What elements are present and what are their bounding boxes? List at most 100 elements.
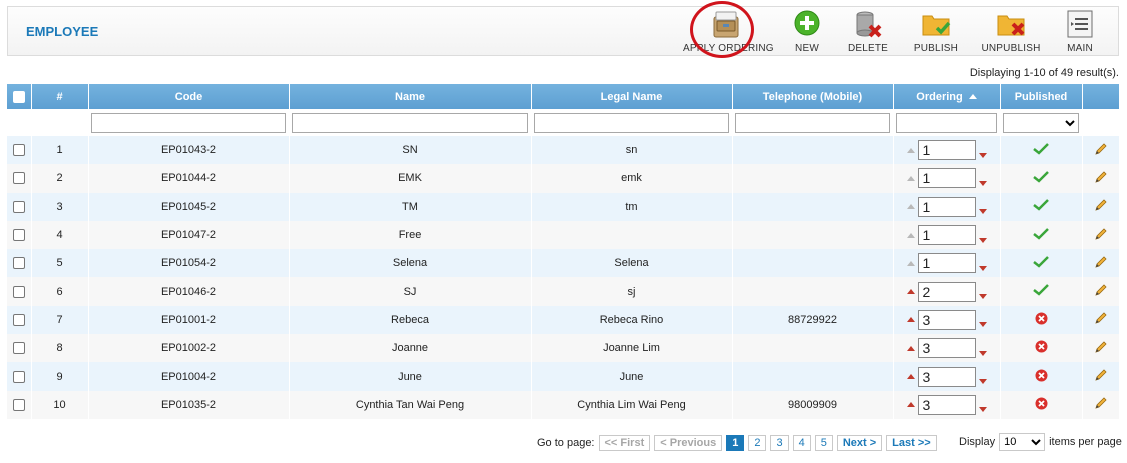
move-up-icon[interactable] xyxy=(906,147,915,153)
row-checkbox[interactable] xyxy=(12,172,25,185)
col-header-ordering[interactable]: Ordering xyxy=(893,84,1001,109)
move-up-icon[interactable] xyxy=(906,232,915,238)
move-down-icon[interactable] xyxy=(978,209,987,215)
ordering-input[interactable]: 3 xyxy=(917,338,976,359)
row-checkbox[interactable] xyxy=(12,313,25,326)
edit-pencil-icon[interactable] xyxy=(1094,312,1108,328)
row-checkbox[interactable] xyxy=(12,257,25,270)
unpublished-x-icon[interactable] xyxy=(1035,397,1048,413)
published-check-icon[interactable] xyxy=(1033,255,1049,271)
move-down-icon[interactable] xyxy=(978,407,987,413)
table-row[interactable]: 7 EP01001-2 Rebeca Rebeca Rino 88729922 3 xyxy=(7,305,1120,335)
ordering-input[interactable]: 1 xyxy=(917,140,976,161)
filter-legal-name-input[interactable] xyxy=(534,112,729,133)
ordering-input[interactable]: 3 xyxy=(917,309,976,330)
move-down-icon[interactable] xyxy=(978,152,987,158)
ordering-input[interactable]: 3 xyxy=(917,394,976,415)
row-checkbox[interactable] xyxy=(12,370,25,383)
move-down-icon[interactable] xyxy=(978,237,987,243)
published-check-icon[interactable] xyxy=(1033,227,1049,243)
main-button[interactable]: MAIN xyxy=(1060,9,1100,55)
ordering-input[interactable]: 2 xyxy=(917,281,976,302)
col-header-published[interactable]: Published xyxy=(1000,84,1083,109)
move-up-icon[interactable] xyxy=(906,289,915,295)
last-page-button[interactable]: Last >> xyxy=(886,435,937,451)
table-row[interactable]: 5 EP01054-2 Selena Selena 1 xyxy=(7,249,1120,278)
new-button[interactable]: NEW xyxy=(785,9,829,55)
edit-pencil-icon[interactable] xyxy=(1094,341,1108,357)
page-button-1[interactable]: 1 xyxy=(726,435,745,451)
move-up-icon[interactable] xyxy=(906,204,915,210)
table-row[interactable]: 10 EP01035-2 Cynthia Tan Wai Peng Cynthia L… xyxy=(7,390,1120,419)
publish-button[interactable]: PUBLISH xyxy=(912,9,960,55)
first-page-button[interactable]: << First xyxy=(598,435,651,451)
row-checkbox[interactable] xyxy=(12,144,25,157)
move-up-icon[interactable] xyxy=(906,317,915,323)
col-header-name[interactable]: Name xyxy=(289,84,532,109)
move-up-icon[interactable] xyxy=(906,374,915,380)
ordering-input[interactable]: 1 xyxy=(917,196,976,217)
row-checkbox[interactable] xyxy=(12,398,25,411)
move-down-icon[interactable] xyxy=(978,379,987,385)
table-row[interactable]: 2 EP01044-2 EMK emk 1 xyxy=(7,164,1120,193)
table-row[interactable]: 8 EP01002-2 Joanne Joanne Lim 3 xyxy=(7,334,1120,363)
move-down-icon[interactable] xyxy=(978,265,987,271)
table-row[interactable]: 6 EP01046-2 SJ sj 2 xyxy=(7,277,1120,306)
edit-pencil-icon[interactable] xyxy=(1094,284,1108,300)
next-page-button[interactable]: Next > xyxy=(836,435,883,451)
edit-pencil-icon[interactable] xyxy=(1094,369,1108,385)
ordering-input[interactable]: 1 xyxy=(917,225,976,246)
select-all-cell[interactable] xyxy=(7,84,32,109)
ordering-input[interactable]: 3 xyxy=(917,366,976,387)
row-checkbox[interactable] xyxy=(12,342,25,355)
page-button-2[interactable]: 2 xyxy=(748,435,767,451)
page-button-4[interactable]: 4 xyxy=(792,435,811,451)
col-header-legal-name[interactable]: Legal Name xyxy=(531,84,733,109)
move-down-icon[interactable] xyxy=(978,180,987,186)
delete-button[interactable]: DELETE xyxy=(846,9,890,55)
row-checkbox[interactable] xyxy=(12,229,25,242)
move-down-icon[interactable] xyxy=(978,294,987,300)
page-size-select[interactable]: 10 xyxy=(999,433,1046,451)
move-up-icon[interactable] xyxy=(906,345,915,351)
apply-ordering-button[interactable]: APPLY ORDERING xyxy=(683,9,774,55)
published-check-icon[interactable] xyxy=(1033,284,1049,299)
page-button-3[interactable]: 3 xyxy=(770,435,789,451)
unpublished-x-icon[interactable] xyxy=(1035,340,1048,356)
filter-telephone-input[interactable] xyxy=(735,112,890,133)
filter-name-input[interactable] xyxy=(292,112,528,133)
ordering-input[interactable]: 1 xyxy=(917,168,976,189)
table-row[interactable]: 3 EP01045-2 TM tm 1 xyxy=(7,192,1120,221)
unpublished-x-icon[interactable] xyxy=(1035,369,1048,385)
move-down-icon[interactable] xyxy=(978,350,987,356)
unpublish-button[interactable]: UNPUBLISH xyxy=(980,9,1042,55)
filter-code-input[interactable] xyxy=(91,112,286,133)
edit-pencil-icon[interactable] xyxy=(1094,143,1108,159)
edit-pencil-icon[interactable] xyxy=(1094,171,1108,187)
edit-pencil-icon[interactable] xyxy=(1094,199,1108,215)
ordering-input[interactable]: 1 xyxy=(917,253,976,274)
unpublished-x-icon[interactable] xyxy=(1035,312,1048,328)
select-all-checkbox[interactable] xyxy=(12,90,25,103)
filter-ordering-input[interactable] xyxy=(896,112,997,133)
edit-pencil-icon[interactable] xyxy=(1094,397,1108,413)
published-check-icon[interactable] xyxy=(1033,171,1049,186)
edit-pencil-icon[interactable] xyxy=(1094,227,1108,244)
col-header-code[interactable]: Code xyxy=(88,84,290,109)
move-up-icon[interactable] xyxy=(906,402,915,408)
move-up-icon[interactable] xyxy=(906,175,915,181)
previous-page-button[interactable]: < Previous xyxy=(654,435,723,451)
filter-published-select[interactable] xyxy=(1003,112,1079,133)
row-checkbox[interactable] xyxy=(12,200,25,213)
published-check-icon[interactable] xyxy=(1033,199,1049,214)
table-row[interactable]: 4 EP01047-2 Free 1 xyxy=(7,220,1120,250)
page-button-5[interactable]: 5 xyxy=(814,435,833,451)
edit-pencil-icon[interactable] xyxy=(1094,256,1108,272)
move-down-icon[interactable] xyxy=(978,322,987,328)
col-header-telephone[interactable]: Telephone (Mobile) xyxy=(732,84,894,109)
published-check-icon[interactable] xyxy=(1033,142,1049,158)
move-up-icon[interactable] xyxy=(906,260,915,266)
row-checkbox[interactable] xyxy=(12,285,25,298)
table-row[interactable]: 9 EP01004-2 June June 3 xyxy=(7,362,1120,391)
table-row[interactable]: 1 EP01043-2 SN sn 1 xyxy=(7,136,1120,165)
